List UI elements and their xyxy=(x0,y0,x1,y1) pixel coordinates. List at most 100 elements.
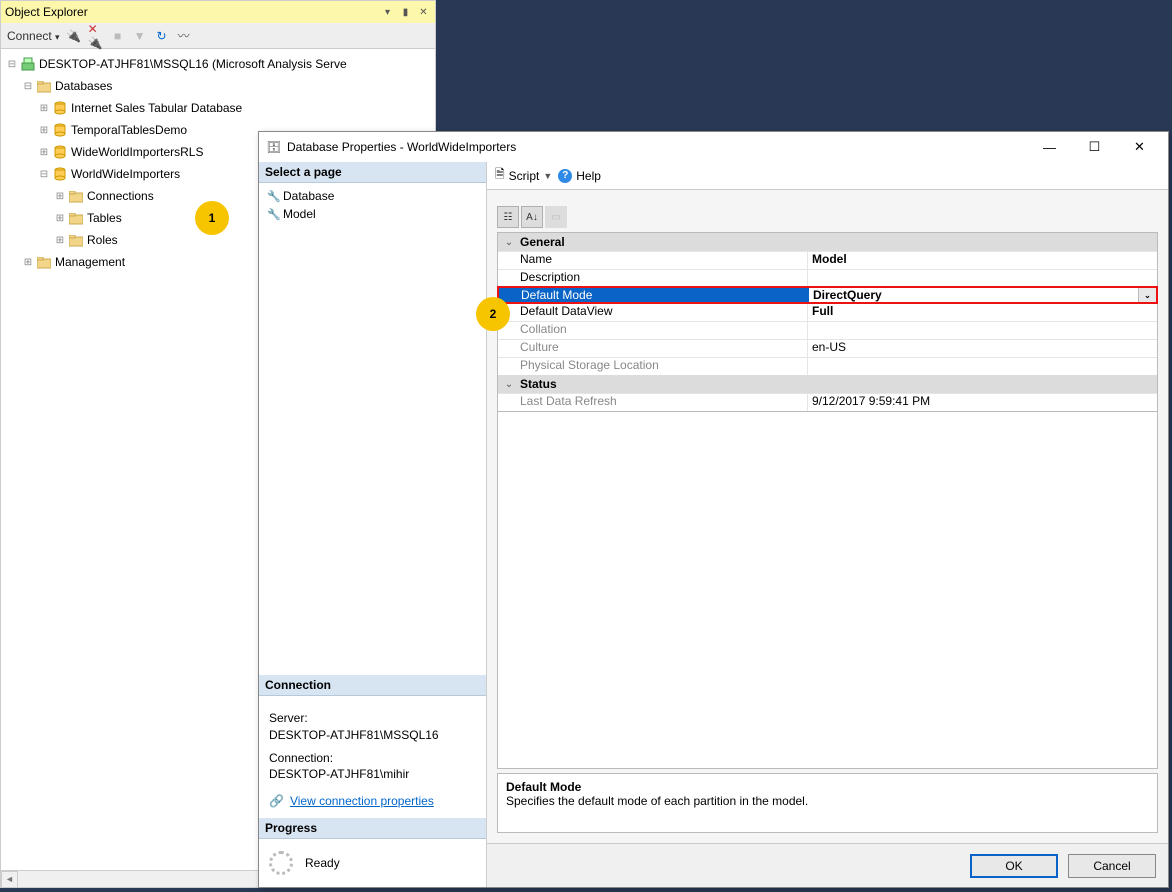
page-model[interactable]: 🔧 Model xyxy=(259,205,486,223)
dialog-left-pane: Select a page 🔧 Database 🔧 Model Connect… xyxy=(259,162,487,887)
database-icon xyxy=(51,145,69,160)
script-button[interactable]: 🗎 Script ▼ xyxy=(495,165,552,186)
server-label: DESKTOP-ATJHF81\MSSQL16 (Microsoft Analy… xyxy=(37,57,347,71)
progress-body: Ready xyxy=(259,839,486,887)
ok-button[interactable]: OK xyxy=(970,854,1058,878)
folder-icon xyxy=(67,233,85,247)
dialog-button-bar: OK Cancel xyxy=(487,843,1168,887)
db-label: WorldWideImporters xyxy=(69,167,180,181)
connect-button[interactable]: Connect ▾ xyxy=(7,29,60,43)
connection-label: Connection: xyxy=(269,750,476,767)
management-label: Management xyxy=(53,255,125,269)
explorer-header: Object Explorer ▾ ▮ ✕ xyxy=(1,1,435,23)
section-general[interactable]: ⌄ General xyxy=(498,233,1157,251)
minimize-button[interactable]: — xyxy=(1027,133,1072,161)
prop-row-description[interactable]: Description xyxy=(498,269,1157,287)
connection-header: Connection xyxy=(259,675,486,696)
connection-info: Server: DESKTOP-ATJHF81\MSSQL16 Connecti… xyxy=(259,696,486,818)
folder-icon xyxy=(35,79,53,93)
expand-icon[interactable]: ⊞ xyxy=(37,125,51,136)
cancel-button[interactable]: Cancel xyxy=(1068,854,1156,878)
server-value: DESKTOP-ATJHF81\MSSQL16 xyxy=(269,727,476,744)
prop-row-culture[interactable]: Culture en-US xyxy=(498,339,1157,357)
page-list: 🔧 Database 🔧 Model xyxy=(259,183,486,227)
connection-icon: 🔗 xyxy=(269,793,284,810)
database-icon xyxy=(51,123,69,138)
expand-icon[interactable]: ⊞ xyxy=(21,257,35,268)
desc-text: Specifies the default mode of each parti… xyxy=(506,794,1149,808)
chevron-down-icon[interactable]: ⌄ xyxy=(498,237,520,248)
explorer-title: Object Explorer xyxy=(5,5,380,19)
tree-server-node[interactable]: ⊟ DESKTOP-ATJHF81\MSSQL16 (Microsoft Ana… xyxy=(5,53,435,75)
connections-label: Connections xyxy=(85,189,154,203)
collapse-icon[interactable]: ⊟ xyxy=(37,169,51,180)
maximize-button[interactable]: ☐ xyxy=(1072,133,1117,161)
dropdown-icon[interactable]: ▾ xyxy=(380,7,395,18)
folder-icon xyxy=(67,211,85,225)
scroll-left-icon[interactable]: ◄ xyxy=(1,871,18,888)
databases-label: Databases xyxy=(53,79,112,93)
close-icon[interactable]: ✕ xyxy=(416,7,431,18)
tables-label: Tables xyxy=(85,211,122,225)
expand-icon[interactable]: ⊞ xyxy=(37,147,51,158)
property-grid-empty xyxy=(497,412,1158,769)
tree-db-node[interactable]: ⊞ Internet Sales Tabular Database xyxy=(5,97,435,119)
explorer-toolbar: Connect ▾ 🔌 ✕🔌 ■ ▼ ↻ 〰 xyxy=(1,23,435,49)
db-label: Internet Sales Tabular Database xyxy=(69,101,242,115)
select-page-header: Select a page xyxy=(259,162,486,183)
db-label: WideWorldImportersRLS xyxy=(69,145,203,159)
wrench-icon: 🔧 xyxy=(267,208,283,221)
connect-icon[interactable]: 🔌 xyxy=(66,28,82,44)
desc-title: Default Mode xyxy=(506,780,1149,794)
property-description: Default Mode Specifies the default mode … xyxy=(497,773,1158,833)
expand-icon[interactable]: ⊞ xyxy=(53,191,67,202)
chevron-down-icon[interactable]: ⌄ xyxy=(498,379,520,390)
propertypages-button[interactable]: ▭ xyxy=(545,206,567,228)
categorize-button[interactable]: ☷ xyxy=(497,206,519,228)
database-icon xyxy=(51,101,69,116)
script-icon: 🗎 xyxy=(495,165,505,186)
collapse-icon[interactable]: ⊟ xyxy=(5,59,19,70)
page-label: Database xyxy=(283,189,334,203)
collapse-icon[interactable]: ⊟ xyxy=(21,81,35,92)
dropdown-button[interactable]: ⌄ xyxy=(1138,288,1156,302)
database-properties-dialog: 🗄 Database Properties - WorldWideImporte… xyxy=(258,131,1169,888)
connection-value: DESKTOP-ATJHF81\mihir xyxy=(269,766,476,783)
prop-row-last-refresh[interactable]: Last Data Refresh 9/12/2017 9:59:41 PM xyxy=(498,393,1157,411)
folder-icon xyxy=(35,255,53,269)
section-status[interactable]: ⌄ Status xyxy=(498,375,1157,393)
prop-row-name[interactable]: Name Model xyxy=(498,251,1157,269)
refresh-icon[interactable]: ↻ xyxy=(154,28,170,44)
close-button[interactable]: ✕ xyxy=(1117,133,1162,161)
prop-row-default-dataview[interactable]: Default DataView Full xyxy=(498,303,1157,321)
view-connection-link[interactable]: View connection properties xyxy=(290,793,434,810)
dialog-toolbar: 🗎 Script ▼ ? Help xyxy=(487,162,1168,190)
folder-icon xyxy=(67,189,85,203)
expand-icon[interactable]: ⊞ xyxy=(53,235,67,246)
dialog-titlebar[interactable]: 🗄 Database Properties - WorldWideImporte… xyxy=(259,132,1168,162)
tree-databases-node[interactable]: ⊟ Databases xyxy=(5,75,435,97)
activity-icon[interactable]: 〰 xyxy=(176,28,192,44)
help-icon: ? xyxy=(558,169,572,183)
prop-row-collation[interactable]: Collation xyxy=(498,321,1157,339)
annotation-1: 1 xyxy=(195,201,229,235)
property-grid: ⌄ General Name Model Description Default… xyxy=(497,232,1158,412)
progress-status: Ready xyxy=(305,856,340,870)
sort-az-button[interactable]: A↓ xyxy=(521,206,543,228)
annotation-2: 2 xyxy=(476,297,510,331)
expand-icon[interactable]: ⊞ xyxy=(37,103,51,114)
db-label: TemporalTablesDemo xyxy=(69,123,187,137)
prop-row-default-mode[interactable]: Default Mode DirectQuery ⌄ xyxy=(497,286,1158,304)
page-database[interactable]: 🔧 Database xyxy=(259,187,486,205)
help-button[interactable]: ? Help xyxy=(558,169,601,183)
disconnect-icon[interactable]: ✕🔌 xyxy=(88,28,104,44)
server-label: Server: xyxy=(269,710,476,727)
dialog-title: Database Properties - WorldWideImporters xyxy=(283,140,1027,154)
server-icon xyxy=(19,57,37,72)
database-icon: 🗄 xyxy=(265,140,283,154)
chevron-down-icon[interactable]: ▼ xyxy=(543,171,552,181)
database-icon xyxy=(51,167,69,182)
prop-row-storage-location[interactable]: Physical Storage Location xyxy=(498,357,1157,375)
expand-icon[interactable]: ⊞ xyxy=(53,213,67,224)
pin-icon[interactable]: ▮ xyxy=(398,7,413,18)
